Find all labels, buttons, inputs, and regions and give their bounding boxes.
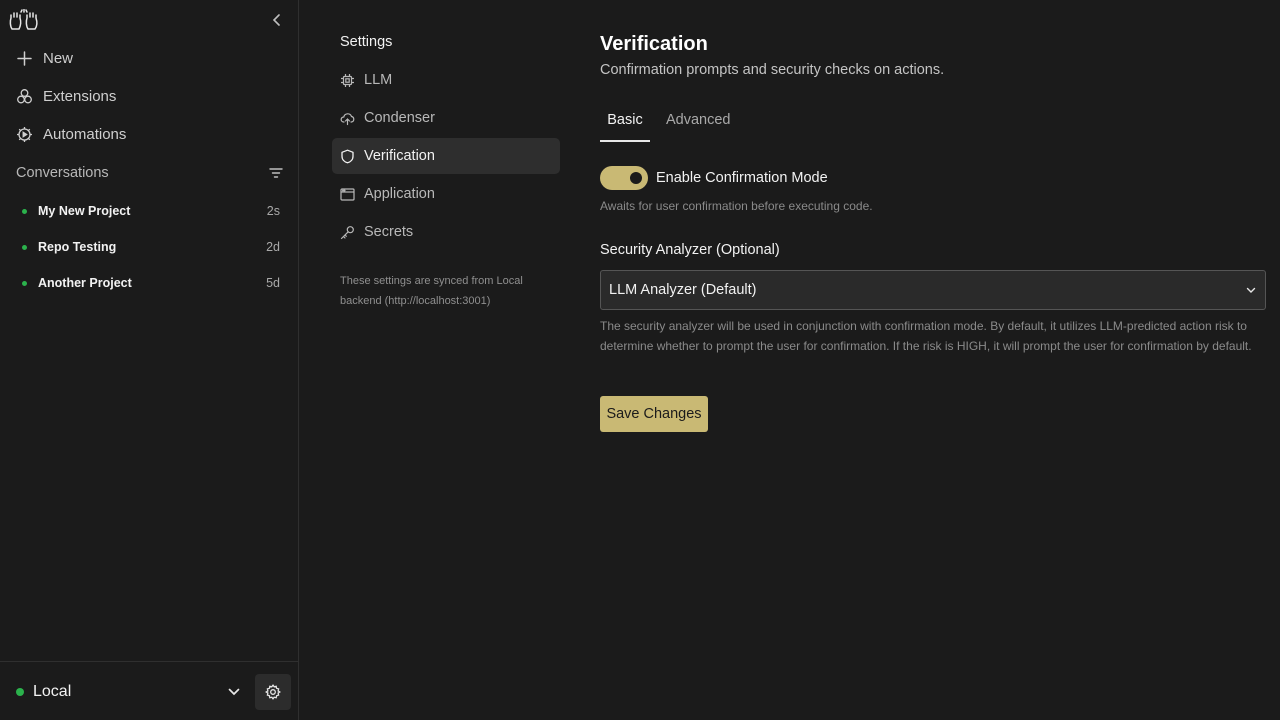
settings-button[interactable] xyxy=(255,674,291,710)
conversation-name: Another Project xyxy=(38,276,132,290)
status-dot xyxy=(22,244,27,250)
shield-icon xyxy=(341,149,354,163)
page-title: Verification xyxy=(600,33,708,55)
automations-button[interactable]: Automations xyxy=(16,122,126,146)
conversation-time: 5d xyxy=(266,276,280,290)
security-analyzer-value: LLM Analyzer (Default) xyxy=(609,282,757,298)
save-changes-button[interactable]: Save Changes xyxy=(600,396,708,432)
extensions-icon xyxy=(17,88,32,103)
security-analyzer-label: Security Analyzer (Optional) xyxy=(600,242,780,258)
chevron-left-icon xyxy=(272,14,280,26)
security-analyzer-select[interactable]: LLM Analyzer (Default) xyxy=(600,270,1266,310)
settings-nav-label: Condenser xyxy=(364,110,435,126)
filter-button[interactable] xyxy=(268,165,284,181)
conversation-time: 2s xyxy=(266,204,280,218)
new-conversation-button[interactable]: New xyxy=(16,46,73,70)
page-subtitle: Confirmation prompts and security checks… xyxy=(600,62,945,78)
sync-note: These settings are synced from Local bac… xyxy=(340,275,523,307)
collapse-sidebar-button[interactable] xyxy=(268,11,286,29)
security-analyzer-help: The security analyzer will be used in co… xyxy=(600,319,1252,353)
extensions-label: Extensions xyxy=(43,87,117,105)
toggle-knob xyxy=(630,172,642,184)
tab-basic[interactable]: Basic xyxy=(600,112,650,142)
conversation-name: Repo Testing xyxy=(38,240,117,254)
settings-nav-label: Secrets xyxy=(364,224,414,240)
gear-icon xyxy=(265,684,281,700)
status-dot xyxy=(22,208,27,214)
filter-icon xyxy=(269,168,283,178)
conversation-time: 2d xyxy=(266,240,280,254)
plus-icon xyxy=(17,50,32,66)
chip-icon xyxy=(341,73,354,87)
settings-nav-label: LLM xyxy=(364,72,393,88)
backend-label: Local xyxy=(33,683,72,700)
conversation-item-another-project[interactable]: Another Project 5d xyxy=(22,273,280,293)
settings-nav-verification[interactable]: Verification xyxy=(332,138,560,174)
tab-advanced[interactable]: Advanced xyxy=(666,112,731,142)
settings-nav-llm[interactable]: LLM xyxy=(332,62,560,98)
sidebar: New Extensions Automations Conversations… xyxy=(0,0,299,720)
cloud-upload-icon xyxy=(340,112,355,125)
settings-nav-label: Application xyxy=(364,186,435,202)
automations-label: Automations xyxy=(43,125,127,143)
settings-nav-label: Verification xyxy=(364,148,435,164)
confirmation-mode-help: Awaits for user confirmation before exec… xyxy=(600,199,873,213)
backend-selector[interactable]: Local xyxy=(16,681,240,703)
key-icon xyxy=(340,225,354,239)
status-dot xyxy=(22,280,27,286)
settings-nav-secrets[interactable]: Secrets xyxy=(332,214,560,250)
conversation-name: My New Project xyxy=(38,204,131,218)
settings-nav-title: Settings xyxy=(340,34,393,50)
conversation-item-repo-testing[interactable]: Repo Testing 2d xyxy=(22,237,280,257)
chevron-down-icon xyxy=(1246,287,1256,293)
automation-gear-icon xyxy=(17,126,32,142)
backend-status-dot xyxy=(16,688,24,696)
browser-window-icon xyxy=(340,187,355,201)
chevron-down-icon xyxy=(228,688,240,696)
hands-logo-icon[interactable] xyxy=(8,8,42,33)
confirmation-mode-label: Enable Confirmation Mode xyxy=(656,170,828,186)
confirmation-mode-toggle[interactable] xyxy=(600,166,648,190)
confirmation-mode-row: Enable Confirmation Mode xyxy=(600,166,828,190)
sidebar-footer: Local xyxy=(0,661,299,720)
settings-nav-condenser[interactable]: Condenser xyxy=(332,100,560,136)
settings-nav-application[interactable]: Application xyxy=(332,176,560,212)
conversations-header: Conversations xyxy=(16,163,284,183)
extensions-button[interactable]: Extensions xyxy=(16,84,116,108)
conversations-title: Conversations xyxy=(16,165,109,181)
new-label: New xyxy=(43,49,74,67)
conversation-item-my-new-project[interactable]: My New Project 2s xyxy=(22,201,280,221)
